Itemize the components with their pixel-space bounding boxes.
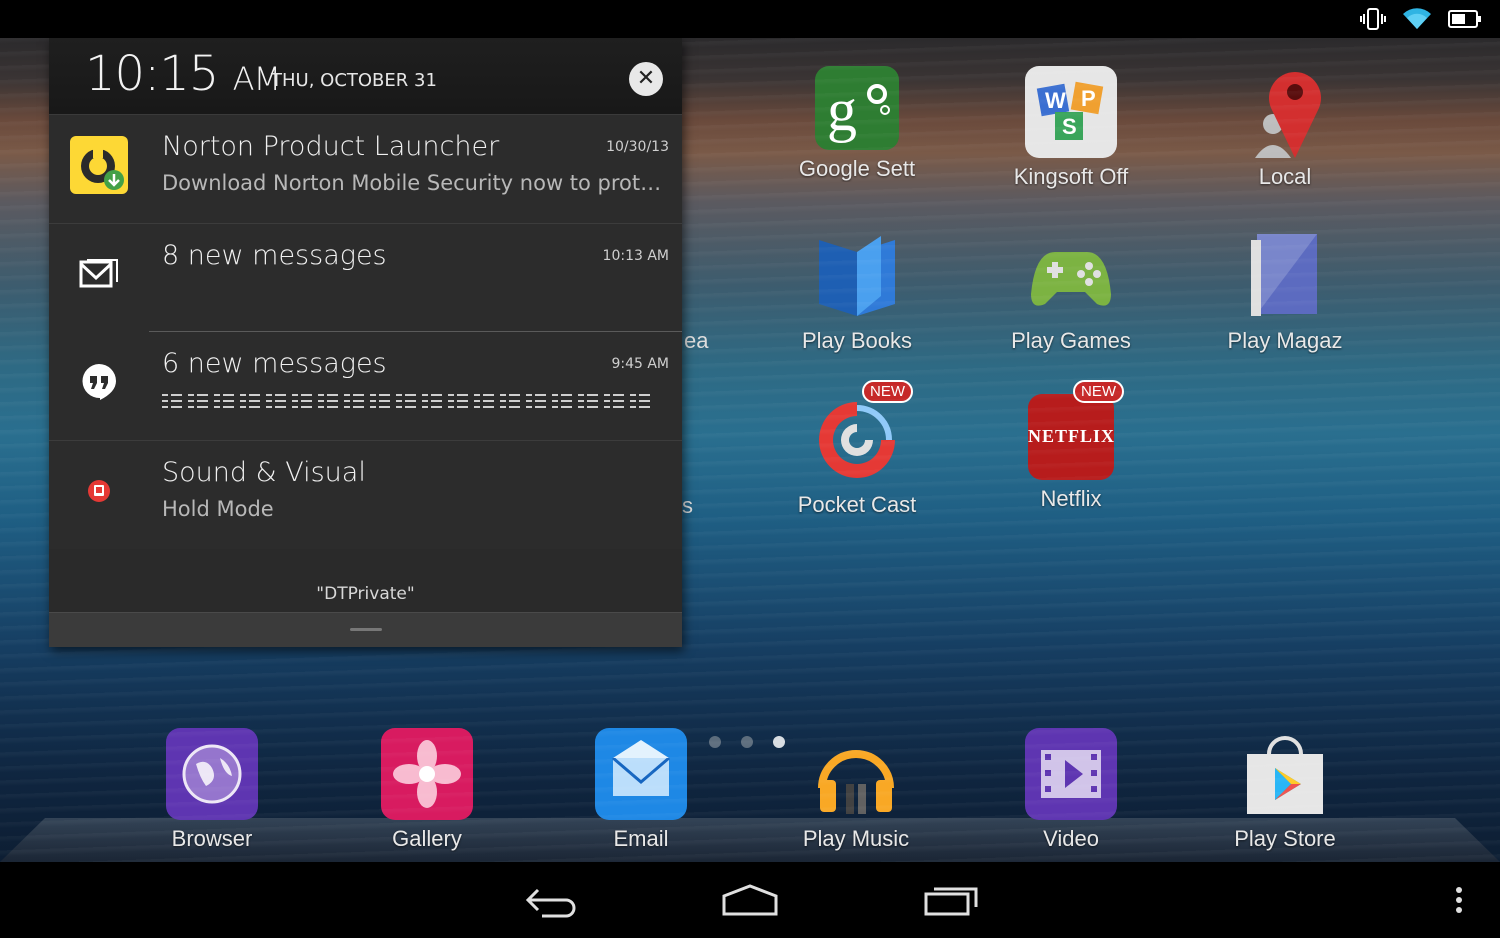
email-icon bbox=[595, 728, 687, 820]
dock-email[interactable]: Email bbox=[551, 728, 731, 852]
dock-play-store[interactable]: Play Store bbox=[1195, 728, 1375, 852]
new-badge: NEW bbox=[1073, 380, 1124, 403]
page-indicator bbox=[709, 736, 785, 748]
play-games-icon bbox=[1025, 230, 1117, 322]
date-label[interactable]: THU, OCTOBER 31 bbox=[271, 70, 437, 91]
netflix-logo-text: NETFLIX bbox=[1028, 426, 1116, 446]
svg-text:W: W bbox=[1045, 88, 1066, 113]
notification-norton[interactable]: Norton Product Launcher Download Norton … bbox=[49, 115, 682, 224]
play-magazines-icon bbox=[1239, 230, 1331, 322]
play-books-icon bbox=[811, 230, 903, 322]
app-kingsoft-office[interactable]: WPS Kingsoft Off bbox=[981, 66, 1161, 190]
new-badge: NEW bbox=[862, 380, 913, 403]
notification-sound-visual[interactable]: Sound & Visual Hold Mode bbox=[49, 441, 682, 549]
drag-handle[interactable] bbox=[350, 628, 382, 631]
page-dot-active[interactable] bbox=[773, 736, 785, 748]
browser-icon bbox=[166, 728, 258, 820]
hangouts-preview-lines bbox=[162, 390, 650, 420]
page-dot[interactable] bbox=[741, 736, 753, 748]
video-icon bbox=[1025, 728, 1117, 820]
norton-icon bbox=[69, 135, 129, 195]
notification-shade[interactable]: 10:15 AM THU, OCTOBER 31 ✕ Norton Produc… bbox=[49, 38, 682, 647]
back-icon[interactable] bbox=[522, 880, 580, 924]
app-netflix[interactable]: NETFLIX NEW Netflix bbox=[981, 380, 1161, 512]
app-google-settings[interactable]: g Google Sett bbox=[767, 66, 947, 182]
dock-gallery[interactable]: Gallery bbox=[337, 728, 517, 852]
close-icon: ✕ bbox=[636, 66, 656, 91]
vibrate-icon bbox=[1360, 6, 1386, 32]
home-icon[interactable] bbox=[720, 880, 780, 924]
network-name: "DTPrivate" bbox=[316, 584, 415, 604]
clock[interactable]: 10:15 AM bbox=[85, 46, 281, 102]
status-bar bbox=[0, 0, 1500, 38]
svg-text:P: P bbox=[1081, 86, 1096, 111]
notification-gmail[interactable]: 8 new messages 10:13 AM bbox=[49, 224, 682, 332]
netflix-icon: NETFLIX NEW bbox=[1028, 380, 1124, 480]
partial-app-label: s bbox=[682, 493, 693, 518]
sound-visual-icon bbox=[69, 461, 129, 521]
app-play-games[interactable]: Play Games bbox=[981, 230, 1161, 354]
gallery-icon bbox=[381, 728, 473, 820]
dock-browser[interactable]: Browser bbox=[122, 728, 302, 852]
wifi-icon bbox=[1402, 7, 1432, 31]
dock-video[interactable]: Video bbox=[981, 728, 1161, 852]
svg-text:S: S bbox=[1062, 114, 1077, 139]
gmail-icon bbox=[69, 244, 129, 304]
pocket-casts-icon: NEW bbox=[811, 380, 913, 486]
app-play-magazines[interactable]: Play Magaz bbox=[1195, 230, 1375, 354]
menu-icon[interactable] bbox=[1450, 880, 1468, 924]
hangouts-icon bbox=[69, 352, 129, 412]
dock-play-music[interactable]: Play Music bbox=[766, 728, 946, 852]
page-dot[interactable] bbox=[709, 736, 721, 748]
kingsoft-office-icon: WPS bbox=[1025, 66, 1117, 158]
app-pocket-casts[interactable]: NEW Pocket Cast bbox=[767, 380, 947, 518]
play-store-icon bbox=[1239, 728, 1331, 820]
partial-app-label: ea bbox=[684, 328, 709, 353]
clear-all-button[interactable]: ✕ bbox=[629, 62, 663, 96]
recents-icon[interactable] bbox=[922, 880, 980, 924]
app-local[interactable]: Local bbox=[1195, 66, 1375, 190]
app-play-books[interactable]: Play Books bbox=[767, 230, 947, 354]
local-icon bbox=[1239, 66, 1331, 158]
dock-shelf bbox=[0, 818, 1500, 862]
shade-header: 10:15 AM THU, OCTOBER 31 ✕ bbox=[49, 38, 682, 115]
notification-hangouts[interactable]: 6 new messages 9:45 AM bbox=[49, 332, 682, 441]
google-settings-icon: g bbox=[815, 66, 899, 150]
svg-text:g: g bbox=[827, 77, 857, 143]
battery-icon bbox=[1448, 9, 1482, 29]
shade-handle-bar[interactable] bbox=[49, 612, 682, 647]
navigation-bar bbox=[0, 862, 1500, 938]
play-music-icon bbox=[810, 728, 902, 820]
